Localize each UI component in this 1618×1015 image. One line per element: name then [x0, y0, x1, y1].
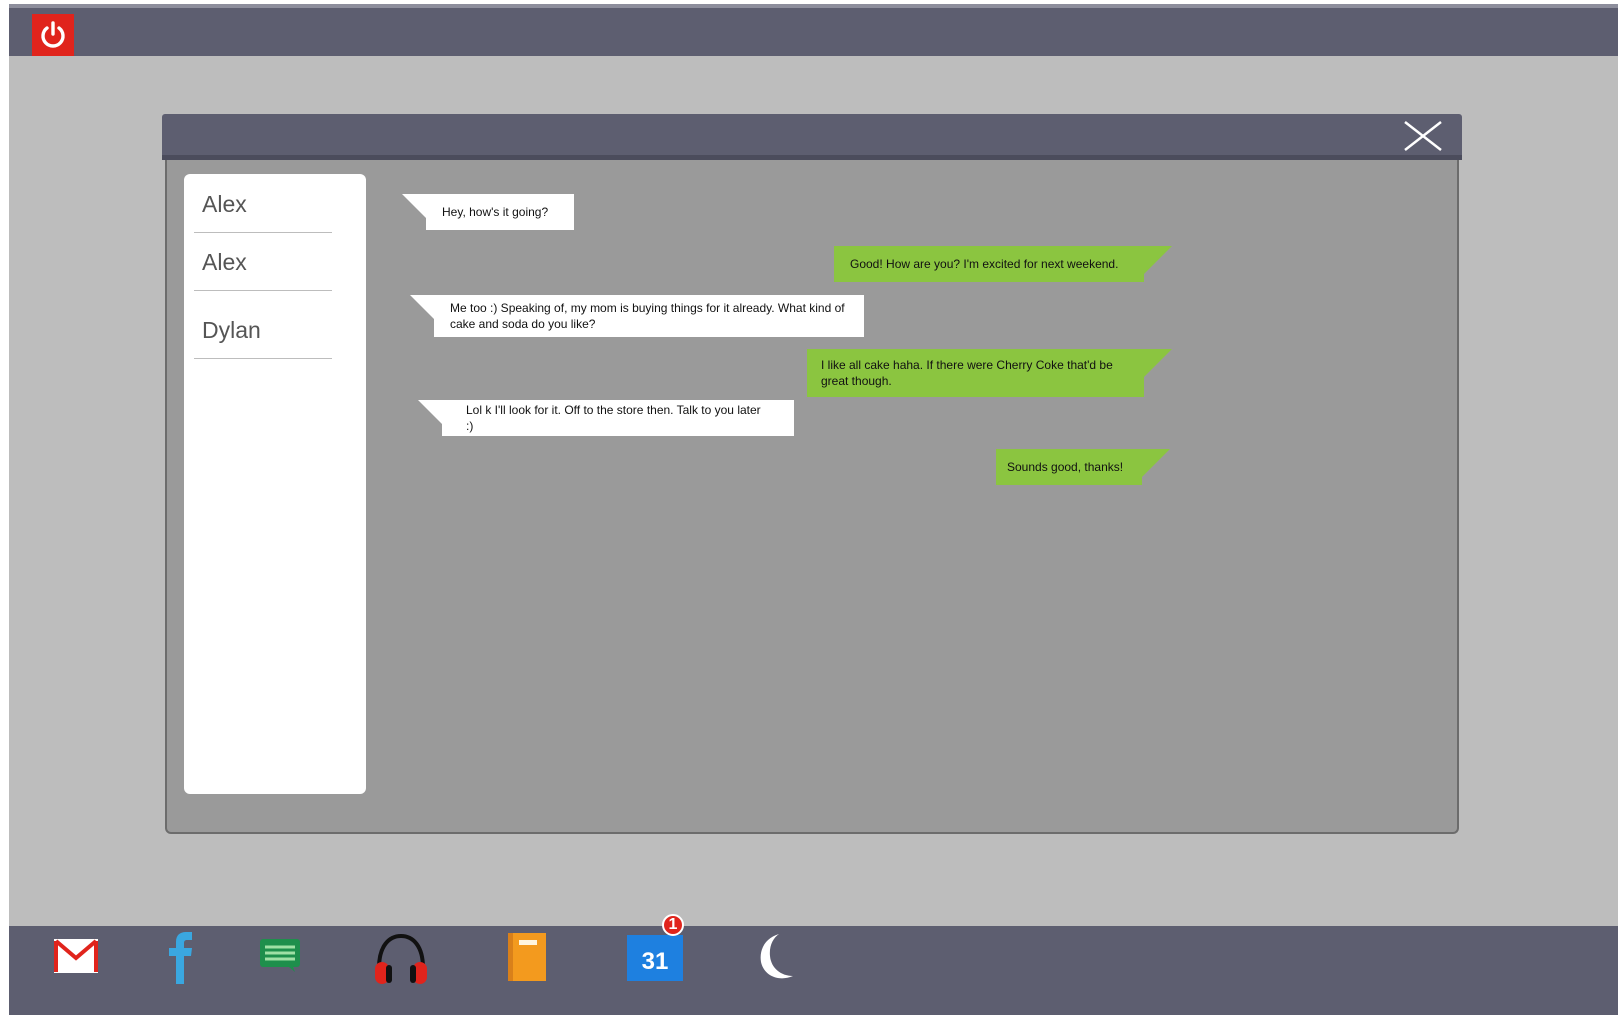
outgoing-message: Sounds good, thanks! — [996, 449, 1170, 485]
moon-icon — [760, 934, 793, 979]
message-text: Good! How are you? I'm excited for next … — [850, 257, 1119, 271]
messages-button[interactable] — [259, 938, 301, 977]
incoming-message: Lol k I'll look for it. Off to the store… — [418, 400, 794, 436]
calendar-button[interactable]: 31 — [626, 934, 684, 987]
chat-window: Alex Alex Dylan Hey, how's it going? Goo… — [165, 160, 1459, 834]
notebook-icon — [508, 933, 546, 981]
close-button[interactable] — [1402, 119, 1444, 153]
contact-name: Alex — [202, 249, 247, 275]
power-icon — [41, 21, 65, 48]
mail-icon — [54, 939, 98, 973]
top-bar — [9, 4, 1618, 56]
contact-item[interactable]: Dylan — [194, 292, 332, 359]
facebook-button[interactable] — [164, 932, 194, 989]
notebook-button[interactable] — [507, 932, 547, 987]
chat-window-header — [162, 114, 1462, 160]
outgoing-message: I like all cake haha. If there were Cher… — [807, 349, 1172, 397]
mail-button[interactable] — [53, 938, 99, 979]
svg-text:31: 31 — [642, 948, 669, 975]
headphones-icon — [375, 933, 427, 984]
contact-item[interactable]: Alex — [194, 232, 332, 291]
close-icon — [1404, 121, 1442, 151]
taskbar: 31 — [9, 926, 1618, 1015]
calendar-icon: 31 — [627, 935, 683, 981]
outgoing-message: Good! How are you? I'm excited for next … — [834, 246, 1172, 282]
message-text: Lol k I'll look for it. Off to the store… — [466, 403, 761, 433]
message-text: I like all cake haha. If there were Cher… — [821, 358, 1113, 388]
power-button[interactable] — [32, 14, 74, 56]
notification-badge: 1 — [662, 914, 684, 936]
incoming-message: Hey, how's it going? — [402, 194, 574, 230]
sleep-button[interactable] — [757, 932, 801, 987]
music-button[interactable] — [373, 932, 429, 991]
messages-icon — [260, 939, 300, 972]
incoming-message: Me too :) Speaking of, my mom is buying … — [410, 295, 864, 337]
contact-list: Alex Alex Dylan — [184, 174, 366, 794]
desktop: Alex Alex Dylan Hey, how's it going? Goo… — [9, 4, 1618, 1015]
facebook-icon — [169, 932, 192, 984]
contact-name: Alex — [202, 191, 247, 217]
contact-name: Dylan — [202, 317, 261, 343]
message-text: Me too :) Speaking of, my mom is buying … — [450, 301, 845, 331]
contact-item[interactable]: Alex — [194, 174, 332, 233]
message-text: Sounds good, thanks! — [1007, 460, 1124, 474]
message-text: Hey, how's it going? — [442, 205, 549, 219]
